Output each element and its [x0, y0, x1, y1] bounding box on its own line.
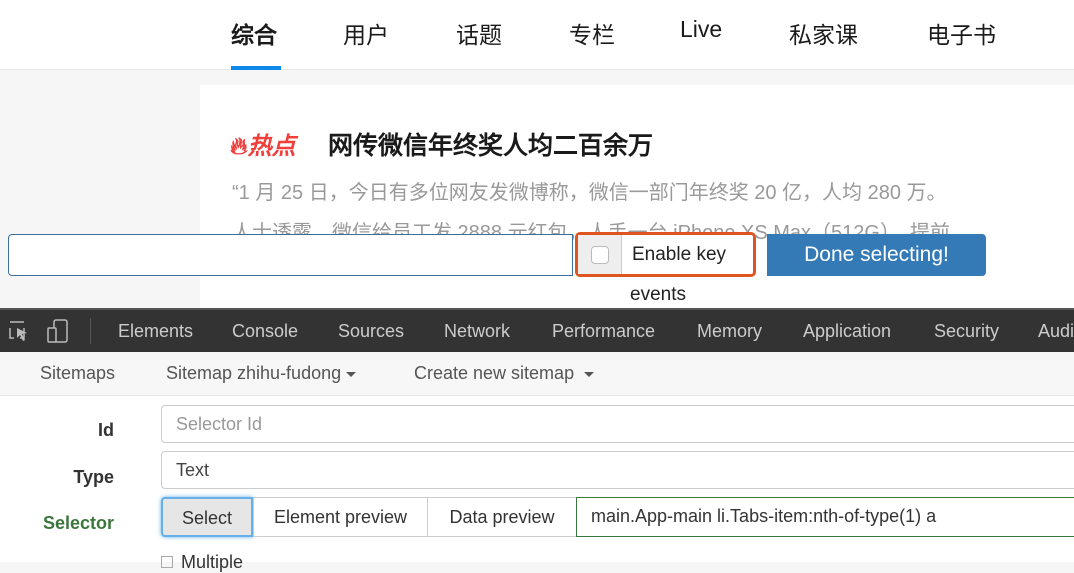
devtools-tab-elements[interactable]: Elements — [118, 321, 193, 342]
devtools-tab-performance[interactable]: Performance — [552, 321, 655, 342]
done-selecting-button[interactable]: Done selecting! — [767, 234, 986, 276]
tab-users[interactable]: 用户 — [343, 16, 389, 50]
enable-key-checkbox-wrap — [578, 235, 622, 274]
devtools-tab-security[interactable]: Security — [934, 321, 999, 342]
enable-key-events-group: Enable key — [575, 232, 756, 277]
tab-live[interactable]: Live — [680, 16, 722, 43]
sitemap-dropdown-label: Sitemap zhihu-fudong — [166, 363, 342, 383]
devtools-tab-audits[interactable]: Audits — [1038, 321, 1074, 342]
selector-label: Selector — [42, 513, 114, 533]
device-toolbar-icon[interactable] — [46, 318, 70, 344]
sitemap-dropdown[interactable]: Sitemap zhihu-fudong — [166, 363, 357, 384]
caret-down-icon — [346, 371, 357, 377]
inspect-element-icon[interactable] — [8, 320, 30, 342]
type-label: Type — [73, 467, 114, 487]
multiple-checkbox[interactable]: Multiple — [161, 552, 243, 573]
create-sitemap-dropdown[interactable]: Create new sitemap — [414, 363, 595, 384]
tab-private-course[interactable]: 私家课 — [789, 16, 858, 50]
hot-badge: 🔥︎热点 — [230, 126, 296, 161]
tab-columns[interactable]: 专栏 — [569, 16, 615, 50]
enable-key-label: Enable key — [632, 244, 727, 265]
select-button[interactable]: Select — [161, 497, 253, 537]
devtools-toolbar: Elements Console Sources Network Perform… — [0, 308, 1074, 352]
data-preview-button[interactable]: Data preview — [427, 497, 577, 537]
multiple-label: Multiple — [181, 552, 244, 572]
caret-down-icon — [584, 371, 595, 377]
selector-id-input[interactable]: Selector Id — [161, 405, 1074, 443]
card-excerpt-line1: “1 月 25 日，今日有多位网友发微博称，微信一部门年终奖 20 亿，人均 2… — [232, 182, 947, 204]
active-tab-indicator — [231, 66, 281, 70]
devtools-tab-network[interactable]: Network — [444, 321, 510, 342]
hot-label: 热点 — [247, 133, 296, 160]
id-label: Id — [98, 420, 114, 440]
type-select[interactable]: Text — [161, 451, 1074, 489]
devtools-tab-application[interactable]: Application — [803, 321, 891, 342]
devtools-tab-console[interactable]: Console — [232, 321, 298, 342]
enable-key-checkbox[interactable] — [590, 245, 609, 264]
top-navigation: 综合 用户 话题 专栏 Live 私家课 电子书 — [0, 0, 1074, 70]
element-preview-button[interactable]: Element preview — [253, 497, 428, 537]
devtools-tab-memory[interactable]: Memory — [697, 321, 762, 342]
scraper-nav: Sitemaps Sitemap zhihu-fudong Create new… — [0, 352, 1074, 396]
selector-input[interactable]: main.App-main li.Tabs-item:nth-of-type(1… — [576, 497, 1074, 537]
flame-icon: 🔥︎ — [230, 133, 248, 160]
events-label: events — [630, 284, 686, 305]
devtools-tab-sources[interactable]: Sources — [338, 321, 404, 342]
tab-ebooks[interactable]: 电子书 — [927, 16, 996, 50]
create-sitemap-label: Create new sitemap — [414, 363, 575, 383]
selector-preview-input[interactable] — [8, 234, 573, 276]
tab-comprehensive[interactable]: 综合 — [231, 16, 277, 50]
tab-topics[interactable]: 话题 — [456, 16, 502, 50]
multiple-checkbox-box[interactable] — [161, 556, 173, 568]
sitemaps-link[interactable]: Sitemaps — [40, 363, 115, 384]
card-title[interactable]: 网传微信年终奖人均二百余万 — [328, 126, 653, 162]
divider — [90, 318, 91, 344]
